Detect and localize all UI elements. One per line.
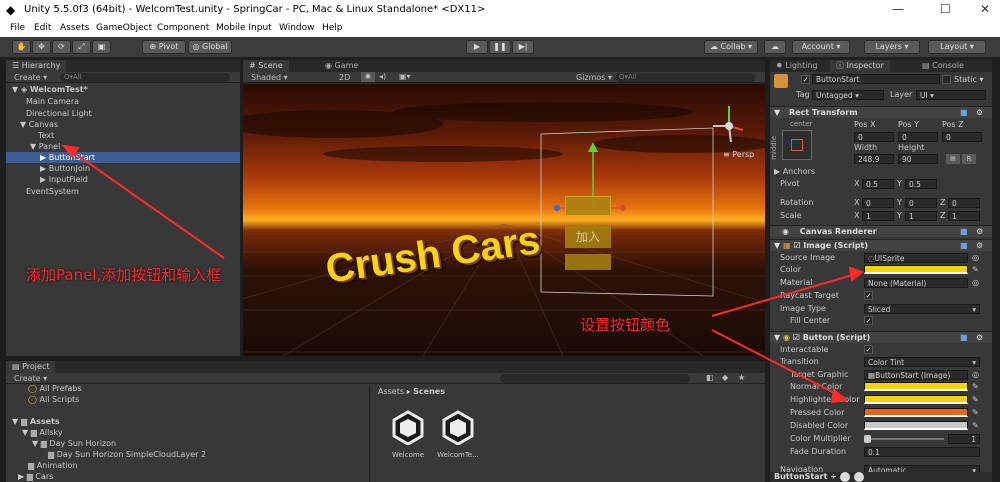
panel-annotation-text: 添加Panel,添加按钮和输入框 <box>26 266 222 284</box>
annotation-arrows <box>61 144 865 404</box>
color-annotation-text: 设置按钮颜色 <box>580 316 671 334</box>
